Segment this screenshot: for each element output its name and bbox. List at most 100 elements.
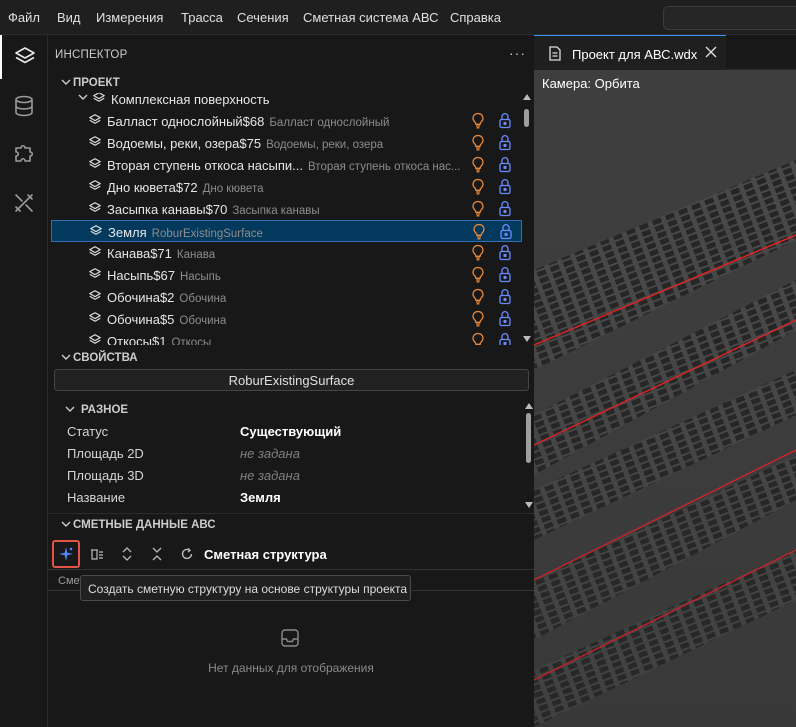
tree-row[interactable]: Откосы$1 Откосы <box>51 330 522 345</box>
menu-sections[interactable]: Сечения <box>237 10 289 25</box>
project-section-title: ПРОЕКТ <box>73 77 120 89</box>
camera-mode-label: Камера: Орбита <box>542 76 640 91</box>
tree-scrollbar[interactable] <box>522 93 532 345</box>
lightbulb-icon[interactable] <box>471 244 485 261</box>
project-section-header[interactable]: ПРОЕКТ <box>48 72 534 94</box>
tree-row-description: Обочина <box>179 293 227 305</box>
tree-row[interactable]: Водоемы, реки, озера$75 Водоемы, реки, оз… <box>51 132 522 154</box>
lightbulb-icon[interactable] <box>471 112 485 129</box>
lock-icon[interactable] <box>498 288 512 305</box>
create-structure-tooltip: Создать сметную структуру на основе стру… <box>80 575 411 601</box>
lock-icon[interactable] <box>498 244 512 261</box>
properties-scroll-thumb[interactable] <box>526 413 531 463</box>
property-key: Статус <box>67 424 109 439</box>
tree-row[interactable]: Обочина$2 Обочина <box>51 286 522 308</box>
editor-tab-bar: Проект для АВС.wdx <box>534 35 796 70</box>
close-icon[interactable] <box>704 45 718 59</box>
tree-parent-label: Комплексная поверхность <box>111 93 270 107</box>
tree-row-description: Водоемы, реки, озера <box>266 139 384 151</box>
tree-parent-row[interactable]: Комплексная поверхность <box>51 93 522 110</box>
tab-project[interactable]: Проект для АВС.wdx <box>534 35 726 70</box>
tree-row-name: Водоемы, реки, озера$75 <box>107 136 262 151</box>
property-key: Площадь 3D <box>67 468 144 483</box>
extensions-activity-button[interactable] <box>0 131 48 175</box>
tree-row[interactable]: Земля RoburExistingSurface <box>51 220 522 242</box>
property-value[interactable]: не задана <box>240 446 300 461</box>
lightbulb-icon[interactable] <box>471 178 485 195</box>
tree-row-description: RoburExistingSurface <box>151 228 263 240</box>
tree-row[interactable]: Насыпь$67 Насыпь <box>51 264 522 286</box>
activity-bar <box>0 35 48 727</box>
lightbulb-icon[interactable] <box>471 310 485 327</box>
property-value[interactable]: Земля <box>240 490 281 505</box>
file-icon <box>549 46 561 61</box>
chevron-down-icon <box>61 521 71 527</box>
expand-all-button[interactable] <box>113 540 141 568</box>
collapse-all-button[interactable] <box>143 540 171 568</box>
lock-icon[interactable] <box>499 223 513 240</box>
tree-row[interactable]: Дно кювета$72 Дно кювета <box>51 176 522 198</box>
properties-scrollbar[interactable] <box>524 401 534 511</box>
menu-file[interactable]: Файл <box>8 10 40 25</box>
property-value[interactable]: Существующий <box>240 424 341 439</box>
tree-row[interactable]: Засыпка канавы$70 Засыпка канавы <box>51 198 522 220</box>
tree-row-name: Канава$71 <box>107 246 172 261</box>
layers-icon <box>93 93 105 102</box>
lightbulb-icon[interactable] <box>472 223 486 240</box>
lock-icon[interactable] <box>498 134 512 151</box>
tree-row[interactable]: Балласт однослойный$68 Балласт однослойны… <box>51 110 522 132</box>
refresh-button[interactable] <box>173 540 201 568</box>
layers-activity-button[interactable] <box>0 35 48 79</box>
lightbulb-icon[interactable] <box>471 200 485 217</box>
properties-section-title: СВОЙСТВА <box>73 352 138 364</box>
inspector-more-button[interactable]: ··· <box>509 45 526 61</box>
tree-row-label: Обочина$2 Обочина <box>107 290 226 305</box>
estimate-structure-label: Сметная структура <box>204 547 327 562</box>
lock-icon[interactable] <box>498 310 512 327</box>
menu-help[interactable]: Справка <box>450 10 501 25</box>
menu-route[interactable]: Трасса <box>181 10 223 25</box>
lock-icon[interactable] <box>498 266 512 283</box>
clear-list-button[interactable] <box>83 540 111 568</box>
lightbulb-icon[interactable] <box>471 156 485 173</box>
tab-title: Проект для АВС.wdx <box>572 47 698 62</box>
misc-section-title: РАЗНОЕ <box>81 404 129 416</box>
lightbulb-icon[interactable] <box>471 266 485 283</box>
scroll-up-icon <box>525 403 533 409</box>
lightbulb-icon[interactable] <box>471 288 485 305</box>
misc-section-header[interactable]: РАЗНОЕ <box>48 399 534 421</box>
tree-row-description: Засыпка канавы <box>232 205 320 217</box>
layers-icon <box>89 334 101 344</box>
lock-icon[interactable] <box>498 156 512 173</box>
command-search-box[interactable] <box>663 6 796 30</box>
tree-row[interactable]: Канава$71 Канава <box>51 242 522 264</box>
properties-object-name: RoburExistingSurface <box>54 369 529 391</box>
3d-viewport[interactable]: Камера: Орбита <box>534 70 796 727</box>
tree-row-description: Канава <box>176 249 216 261</box>
menu-view[interactable]: Вид <box>57 10 81 25</box>
property-row: Статус Существующий <box>48 420 524 442</box>
lightbulb-icon[interactable] <box>471 332 485 345</box>
estimate-toolbar: Сметная структура <box>48 539 534 569</box>
properties-section-header[interactable]: СВОЙСТВА <box>48 347 534 369</box>
menu-bar: Файл Вид Измерения Трасса Сечения Сметна… <box>0 0 796 35</box>
lightbulb-icon[interactable] <box>471 134 485 151</box>
tree-row-name: Обочина$2 <box>107 290 175 305</box>
property-value[interactable]: не задана <box>240 468 300 483</box>
lock-icon[interactable] <box>498 112 512 129</box>
lock-icon[interactable] <box>498 200 512 217</box>
lock-icon[interactable] <box>498 332 512 345</box>
menu-measurements[interactable]: Измерения <box>96 10 163 25</box>
tree-row[interactable]: Вторая ступень откоса насыпи... Вторая ст… <box>51 154 522 176</box>
estimate-section-header[interactable]: СМЕТНЫЕ ДАННЫЕ АВС <box>48 513 534 535</box>
database-activity-button[interactable] <box>0 84 48 128</box>
lock-icon[interactable] <box>498 178 512 195</box>
create-estimate-structure-button[interactable] <box>52 540 80 568</box>
property-row: Название Земля <box>48 486 524 508</box>
tools-activity-button[interactable] <box>0 181 48 225</box>
tree-row[interactable]: Обочина$5 Обочина <box>51 308 522 330</box>
tree-row-label: Засыпка канавы$70 Засыпка канавы <box>107 202 320 217</box>
menu-estimate-system[interactable]: Сметная система АВС <box>303 10 439 25</box>
tree-scroll-thumb[interactable] <box>524 109 529 127</box>
tree-row-description: Дно кювета <box>202 183 264 195</box>
